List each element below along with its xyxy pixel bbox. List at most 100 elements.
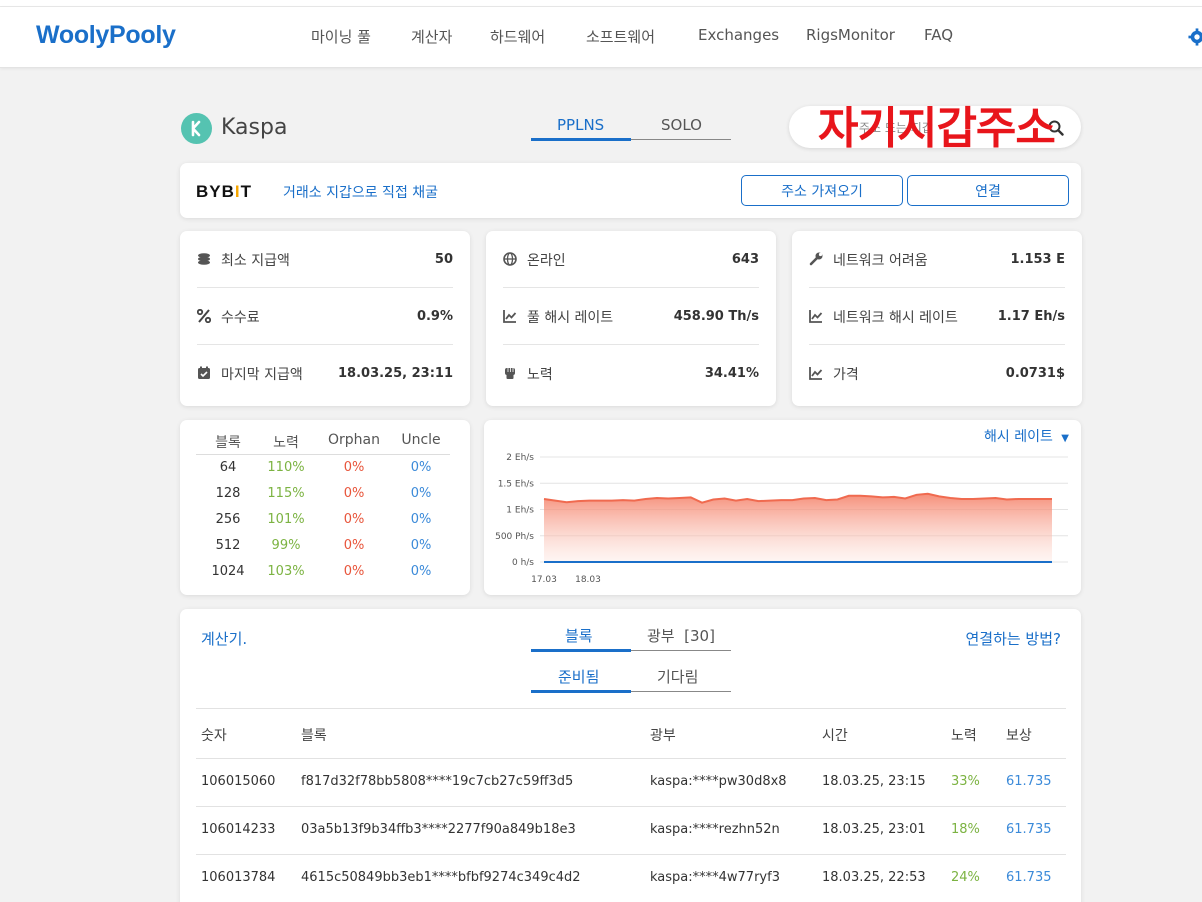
tab-ready[interactable]: 준비됨 bbox=[558, 666, 599, 687]
active-tab-indicator bbox=[531, 690, 631, 693]
luck-cell: 0% bbox=[343, 486, 365, 501]
payout-stats-card: 최소 지급액 50 수수료 0.9% 마지막 지급액 18.03.25, 23:… bbox=[180, 231, 470, 406]
pool-stats-card: 온라인 643 풀 해시 레이트 458.90 Th/s 노력 34.41% bbox=[486, 231, 776, 406]
table-row[interactable]: 106014233 03a5b13f9b34ffb3****2277f90a849… bbox=[196, 806, 1066, 854]
chart-metric-dropdown[interactable]: 해시 레이트 ▼ bbox=[984, 426, 1069, 446]
luck-header: Orphan bbox=[328, 432, 380, 448]
luck-cell: 110% bbox=[267, 460, 305, 475]
stat-label: 노력 bbox=[527, 367, 553, 383]
luck-cell: 0% bbox=[410, 486, 432, 501]
luck-cell: 0% bbox=[410, 460, 432, 475]
tab-solo[interactable]: SOLO bbox=[661, 116, 702, 134]
luck-cell: 0% bbox=[410, 564, 432, 579]
cell-number: 106014233 bbox=[201, 822, 276, 837]
miners-count: [30] bbox=[684, 627, 715, 645]
cell-number: 106015060 bbox=[201, 774, 276, 789]
stat-label: 온라인 bbox=[527, 253, 566, 269]
stat-value: 0.9% bbox=[416, 309, 453, 324]
nav-calculator[interactable]: 계산자 bbox=[411, 26, 452, 47]
stat-row: 수수료 0.9% bbox=[197, 288, 453, 345]
chart-line-icon bbox=[809, 367, 823, 380]
block-status-tabs: 준비됨 기다림 bbox=[531, 664, 731, 693]
x-tick-label: 17.03 bbox=[531, 575, 557, 585]
connect-button[interactable]: 연결 bbox=[907, 175, 1069, 206]
cell-miner: kaspa:****pw30d8x8 bbox=[650, 774, 787, 789]
luck-table-card: 블록 노력 Orphan Uncle 64 110% 0% 0% 128 115% 0% 0%… bbox=[180, 420, 470, 595]
table-row[interactable]: 106015060 f817d32f78bb5808****19c7cb27c59… bbox=[196, 758, 1066, 806]
wrench-icon bbox=[809, 252, 823, 266]
table-row[interactable]: 106013784 4615c50849bb3eb1****bfbf9274c34… bbox=[196, 854, 1066, 902]
cell-block-hash: 03a5b13f9b34ffb3****2277f90a849b18e3 bbox=[301, 822, 576, 837]
network-stats-card: 네트워크 어려움 1.153 E 네트워크 해시 레이트 1.17 Eh/s 가… bbox=[792, 231, 1082, 406]
cell-effort: 33% bbox=[951, 774, 980, 789]
chart-metric-label: 해시 레이트 bbox=[983, 429, 1053, 445]
luck-cell: 0% bbox=[343, 538, 365, 553]
luck-cell: 99% bbox=[271, 538, 301, 553]
luck-divider bbox=[196, 454, 450, 455]
how-to-connect-link[interactable]: 연결하는 방법? bbox=[965, 628, 1061, 649]
luck-cell: 101% bbox=[267, 512, 305, 527]
kaspa-logo-icon bbox=[181, 113, 212, 144]
site-logo[interactable]: WoolyPooly bbox=[36, 21, 176, 50]
stat-row: 마지막 지급액 18.03.25, 23:11 bbox=[197, 345, 453, 402]
chart-line-icon bbox=[503, 310, 517, 323]
cell-block-hash: 4615c50849bb3eb1****bfbf9274c349c4d2 bbox=[301, 870, 581, 885]
tab-pending[interactable]: 기다림 bbox=[657, 666, 698, 687]
cell-effort: 18% bbox=[951, 822, 980, 837]
cell-block-hash: f817d32f78bb5808****19c7cb27c59ff3d5 bbox=[301, 774, 574, 789]
stat-value: 18.03.25, 23:11 bbox=[338, 366, 453, 381]
luck-cell: 0% bbox=[410, 538, 432, 553]
table-divider bbox=[196, 708, 1066, 709]
stat-row: 최소 지급액 50 bbox=[197, 231, 453, 288]
nav-faq[interactable]: FAQ bbox=[924, 26, 953, 44]
exchange-banner: BYBIT 거래소 지갑으로 직접 채굴 주소 가져오기 연결 bbox=[180, 163, 1081, 218]
col-header-time: 시간 bbox=[822, 728, 848, 744]
cell-reward[interactable]: 61.735 bbox=[1006, 774, 1052, 789]
cell-miner: kaspa:****4w77ryf3 bbox=[650, 870, 780, 885]
luck-header: Uncle bbox=[401, 432, 441, 448]
chart-line-icon bbox=[809, 310, 823, 323]
calculator-link[interactable]: 계산기. bbox=[201, 628, 247, 649]
tab-pplns[interactable]: PPLNS bbox=[557, 116, 604, 134]
import-address-button[interactable]: 주소 가져오기 bbox=[741, 175, 903, 206]
col-header-miner: 광부 bbox=[650, 728, 676, 744]
nav-rigsmonitor[interactable]: RigsMonitor bbox=[806, 26, 895, 44]
y-tick-label: 1.5 Eh/s bbox=[498, 479, 535, 489]
cell-reward[interactable]: 61.735 bbox=[1006, 870, 1052, 885]
nav-exchanges[interactable]: Exchanges bbox=[698, 26, 779, 44]
cell-time: 18.03.25, 22:53 bbox=[822, 870, 926, 885]
stat-value: 1.17 Eh/s bbox=[997, 309, 1065, 324]
stat-label: 풀 해시 레이트 bbox=[527, 310, 614, 326]
stat-row: 가격 0.0731$ bbox=[809, 345, 1065, 402]
kaspa-k-icon bbox=[191, 120, 201, 137]
stat-label: 네트워크 어려움 bbox=[833, 253, 928, 269]
y-tick-label: 0 h/s bbox=[512, 558, 534, 568]
network-hashrate-area bbox=[544, 493, 1052, 562]
nav-mining-pool[interactable]: 마이닝 풀 bbox=[311, 26, 371, 47]
gear-icon[interactable] bbox=[1188, 26, 1202, 48]
annotation-overlay: 자기지갑주소 bbox=[818, 104, 1056, 153]
luck-cell: 115% bbox=[267, 486, 305, 501]
y-tick-label: 500 Ph/s bbox=[495, 532, 534, 542]
stat-row: 풀 해시 레이트 458.90 Th/s bbox=[503, 288, 759, 345]
fist-icon bbox=[505, 368, 515, 379]
bybit-logo: BYBIT bbox=[196, 182, 253, 201]
active-tab-indicator bbox=[531, 649, 631, 652]
stat-row: 네트워크 어려움 1.153 E bbox=[809, 231, 1065, 288]
cell-time: 18.03.25, 23:01 bbox=[822, 822, 926, 837]
nav-software[interactable]: 소프트웨어 bbox=[586, 26, 655, 47]
tab-miners[interactable]: 광부 [30] bbox=[647, 625, 715, 646]
stat-label: 최소 지급액 bbox=[221, 253, 290, 269]
cell-reward[interactable]: 61.735 bbox=[1006, 822, 1052, 837]
stat-label: 네트워크 해시 레이트 bbox=[833, 310, 958, 326]
tab-blocks[interactable]: 블록 bbox=[565, 625, 593, 646]
x-tick-label: 18.03 bbox=[575, 575, 601, 585]
stat-row: 노력 34.41% bbox=[503, 345, 759, 402]
mode-tabs: PPLNS SOLO bbox=[531, 112, 731, 141]
stat-row: 온라인 643 bbox=[503, 231, 759, 288]
luck-cell: 103% bbox=[267, 564, 305, 579]
stat-value: 0.0731$ bbox=[1005, 366, 1065, 381]
hashrate-chart-card: 2 Eh/s 1.5 Eh/s 1 Eh/s 500 Ph/s 0 h/s 17.03 18… bbox=[484, 420, 1081, 595]
nav-hardware[interactable]: 하드웨어 bbox=[490, 26, 545, 47]
exchange-mining-link[interactable]: 거래소 지갑으로 직접 채굴 bbox=[283, 182, 438, 202]
